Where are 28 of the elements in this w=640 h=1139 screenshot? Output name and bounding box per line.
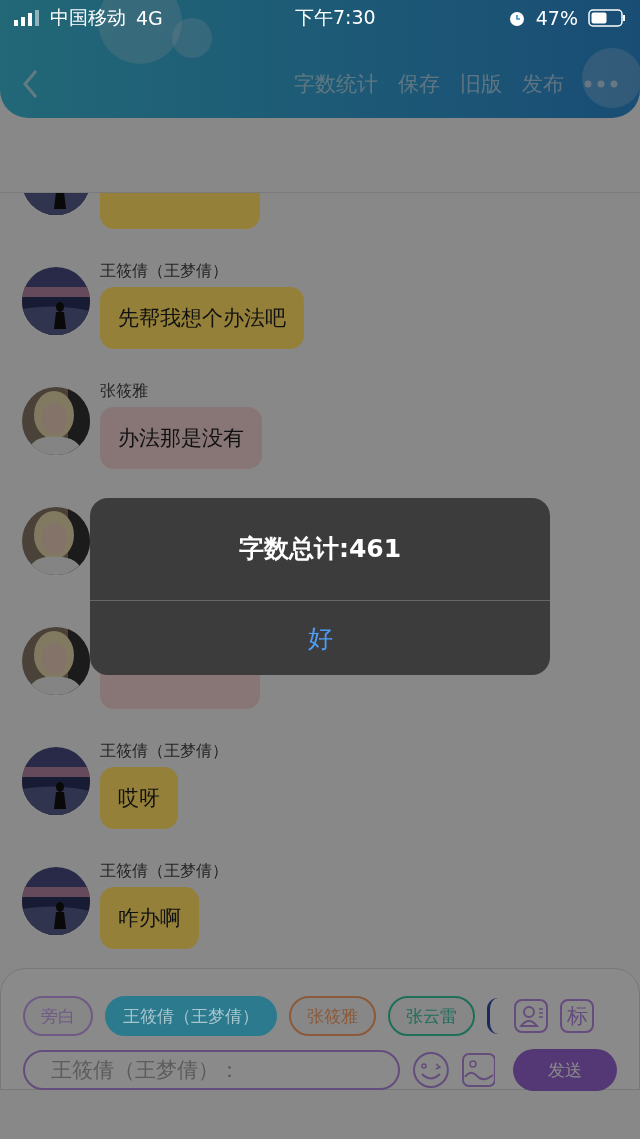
signal-icon [14, 10, 40, 26]
clock-time: 下午7:30 [294, 6, 376, 28]
sender-name: 王筱倩（王梦倩） [100, 861, 228, 882]
alert-title: 字数总计:461 [237, 533, 403, 565]
message-bubble: 咋办啊 [100, 887, 199, 949]
ok-button[interactable]: 好 [90, 600, 550, 675]
emoji-icon[interactable] [411, 1051, 450, 1089]
sender-name: 张筱雅 [100, 381, 149, 402]
battery-icon [588, 9, 626, 27]
nav-action[interactable]: 保存 [398, 70, 440, 98]
battery-percent: 47% [535, 7, 578, 29]
nav-action[interactable]: 旧版 [460, 70, 502, 98]
carrier-name: 中国移动 [50, 5, 126, 30]
nav-action[interactable]: 字数统计 [294, 70, 378, 98]
sender-name: 王筱倩（王梦倩） [100, 261, 229, 282]
role-chip[interactable]: 张筱雅 [289, 996, 376, 1036]
image-icon[interactable] [461, 1053, 496, 1087]
role-chip[interactable]: 张云雷 [388, 996, 475, 1036]
role-chip[interactable]: 王筱倩（王梦倩） [105, 996, 277, 1036]
message-bubble: 办法那是没有 [100, 407, 262, 469]
nav-action[interactable]: 发布 [522, 70, 564, 98]
message-bubble: 哎呀 [100, 767, 178, 829]
sender-name: 王筱倩（王梦倩） [100, 741, 228, 762]
contact-card-icon[interactable] [514, 999, 548, 1033]
network-type: 4G [136, 7, 163, 29]
send-button[interactable]: 发送 [513, 1049, 617, 1091]
mark-button[interactable]: 标 [560, 999, 594, 1033]
message-bubble: 先帮我想个办法吧 [100, 287, 304, 349]
